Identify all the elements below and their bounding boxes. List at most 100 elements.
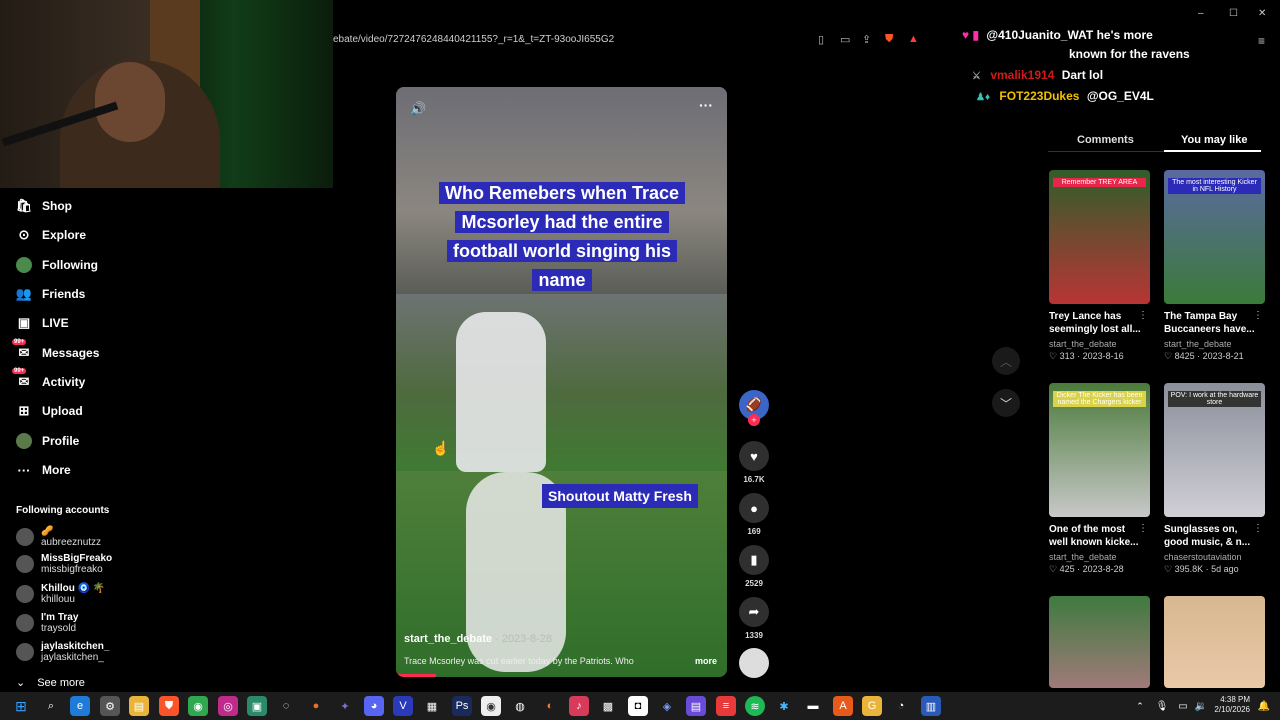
file-explorer-icon[interactable]: ▤ (129, 696, 149, 716)
reader-icon[interactable]: ▯ (818, 33, 824, 46)
brave-shield-icon[interactable]: ⛊ (885, 33, 893, 46)
steam-icon[interactable]: ◔ (891, 696, 911, 716)
taskbar-clock[interactable]: 4:38 PM 2/10/2026 (1208, 695, 1250, 715)
recommended-video-card[interactable]: POV: I work at the hardware store Sungla… (1164, 383, 1265, 575)
previous-video-button[interactable]: ︿ (992, 347, 1020, 375)
video-player[interactable]: 🔊 ··· Who Remebers when Trace Mcsorley h… (396, 87, 727, 677)
app-icon[interactable]: A (833, 696, 853, 716)
app-icon[interactable]: ▣ (247, 696, 267, 716)
search-icon[interactable]: ⌕ (41, 696, 61, 716)
firefox-icon[interactable]: ◐ (540, 696, 560, 716)
comment-button[interactable]: ● 169 (739, 493, 769, 536)
tab-comments[interactable]: Comments (1077, 134, 1134, 146)
edge-browser-icon[interactable]: e (70, 696, 90, 716)
card-options-icon[interactable]: ⋮ (1138, 310, 1148, 321)
app-icon[interactable]: ◌ (276, 696, 296, 716)
sidebar-item-explore[interactable]: ⊙ Explore (16, 224, 86, 246)
app-icon[interactable]: ◈ (657, 696, 677, 716)
chevron-up-icon: ︿ (999, 354, 1012, 369)
app-icon[interactable]: ◘ (628, 696, 648, 716)
sidebar-item-activity[interactable]: ✉ 99+ Activity (12, 368, 85, 393)
like-button[interactable]: ♥ 16.7K (739, 441, 769, 484)
music-icon[interactable]: ♪ (569, 696, 589, 716)
volume-icon[interactable]: 🔊 (410, 101, 426, 117)
video-thumbnail[interactable]: Remember TREY AREA (1049, 170, 1150, 304)
see-more-button[interactable]: ⌄ See more (16, 676, 85, 690)
sidebar-item-more[interactable]: ··· More (16, 459, 71, 481)
like-count: 16.7K (743, 475, 765, 484)
settings-gear-icon[interactable]: ⚙ (100, 696, 120, 716)
discord-icon[interactable]: ◕ (364, 696, 384, 716)
follow-plus-icon[interactable]: + (748, 414, 760, 426)
close-icon[interactable]: ✕ (1258, 8, 1266, 19)
notepad-icon[interactable]: ▥ (921, 696, 941, 716)
share-icon[interactable]: ⇪ (862, 33, 871, 46)
sidebar-item-profile[interactable]: Profile (16, 430, 79, 452)
screen-icon[interactable]: ▭ (840, 33, 850, 46)
app-v-icon[interactable]: V (393, 696, 413, 716)
recommended-video-card[interactable]: The most interesting Kicker in NFL Histo… (1164, 170, 1265, 362)
app-icon[interactable]: ✱ (774, 696, 794, 716)
brave-browser-icon[interactable]: ⛊ (159, 696, 179, 716)
obs-icon[interactable]: ◉ (481, 696, 501, 716)
app-icon[interactable]: G (862, 696, 882, 716)
tab-you-may-like[interactable]: You may like (1181, 134, 1247, 146)
video-thumbnail[interactable] (1049, 596, 1150, 688)
tray-chevron-icon[interactable]: ⌃ (1130, 696, 1150, 716)
video-options-icon[interactable]: ··· (699, 97, 713, 113)
network-icon[interactable]: ▭ (1173, 696, 1193, 716)
chat-text-continued: known for the ravens (1069, 47, 1190, 61)
notifications-icon[interactable]: 🔔 (1254, 696, 1274, 716)
sidebar-item-friends[interactable]: 👥 Friends (16, 283, 85, 305)
minimize-icon[interactable]: – (1198, 8, 1204, 19)
account-item[interactable]: 🥜 aubreeznutzz (16, 526, 101, 548)
sidebar-item-upload[interactable]: ⊞ Upload (16, 400, 83, 422)
app-icon[interactable]: ● (306, 696, 326, 716)
share-button[interactable]: ➦ 1339 (739, 597, 769, 640)
chevron-down-icon: ⌄ (16, 677, 26, 689)
app-icon[interactable]: ◍ (510, 696, 530, 716)
next-video-button[interactable]: ﹀ (992, 389, 1020, 417)
game-controller-icon[interactable]: ✦ (335, 696, 355, 716)
chrome-icon[interactable]: ◉ (188, 696, 208, 716)
account-item[interactable]: jaylaskitchen_ jaylaskitchen_ (16, 641, 109, 663)
video-progress-bar[interactable] (396, 674, 436, 677)
save-button[interactable]: ▮ 2529 (739, 545, 769, 588)
recommended-video-card[interactable]: Remember TREY AREA Trey Lance has seemin… (1049, 170, 1150, 362)
app-icon[interactable]: ◎ (218, 696, 238, 716)
sidebar-item-shop[interactable]: 🛍 Shop (16, 195, 72, 217)
app-icon[interactable]: ▬ (803, 696, 823, 716)
recommended-video-card[interactable]: Dicker The Kicker has been named the Cha… (1049, 383, 1150, 575)
video-thumbnail[interactable] (1164, 596, 1265, 688)
account-item[interactable]: I'm Tray traysold (16, 612, 78, 634)
account-item[interactable]: Khillou 🧿 🌴 khillouu (16, 583, 105, 605)
card-options-icon[interactable]: ⋮ (1253, 310, 1263, 321)
maximize-icon[interactable]: ☐ (1229, 8, 1238, 19)
app-icon[interactable]: ▤ (686, 696, 706, 716)
video-thumbnail[interactable]: The most interesting Kicker in NFL Histo… (1164, 170, 1265, 304)
account-item[interactable]: MissBigFreako missbigfreako (16, 553, 112, 575)
video-author[interactable]: start_the_debate · 2023-8-28 (404, 633, 552, 645)
recommended-video-card[interactable] (1049, 596, 1150, 688)
app-icon[interactable]: ▩ (598, 696, 618, 716)
sidebar-item-messages[interactable]: ✉ 99+ Messages (12, 339, 99, 364)
recommended-video-card[interactable] (1164, 596, 1265, 688)
photoshop-icon[interactable]: Ps (452, 696, 472, 716)
card-options-icon[interactable]: ⋮ (1253, 523, 1263, 534)
card-options-icon[interactable]: ⋮ (1138, 523, 1148, 534)
rewards-icon[interactable]: ▲ (908, 33, 919, 45)
sidebar-item-following[interactable]: Following (16, 254, 98, 276)
music-disc-button[interactable] (739, 648, 769, 678)
sidebar-item-live[interactable]: ▣ LIVE (16, 312, 69, 334)
video-thumbnail[interactable]: POV: I work at the hardware store (1164, 383, 1265, 517)
description-more-button[interactable]: more (695, 656, 717, 666)
url-text[interactable]: ebate/video/7272476248440421155?_r=1&_t=… (333, 34, 614, 45)
browser-menu-icon[interactable]: ≡ (1258, 34, 1265, 48)
app-icon[interactable]: ▦ (422, 696, 442, 716)
start-windows-icon[interactable]: ⊞ (11, 696, 31, 716)
video-thumbnail[interactable]: Dicker The Kicker has been named the Cha… (1049, 383, 1150, 517)
app-icon[interactable]: ≡ (716, 696, 736, 716)
creator-avatar[interactable]: 🏈 + (739, 390, 769, 426)
microphone-icon[interactable]: 🎙 (1152, 696, 1172, 716)
spotify-icon[interactable]: ≋ (745, 696, 765, 716)
